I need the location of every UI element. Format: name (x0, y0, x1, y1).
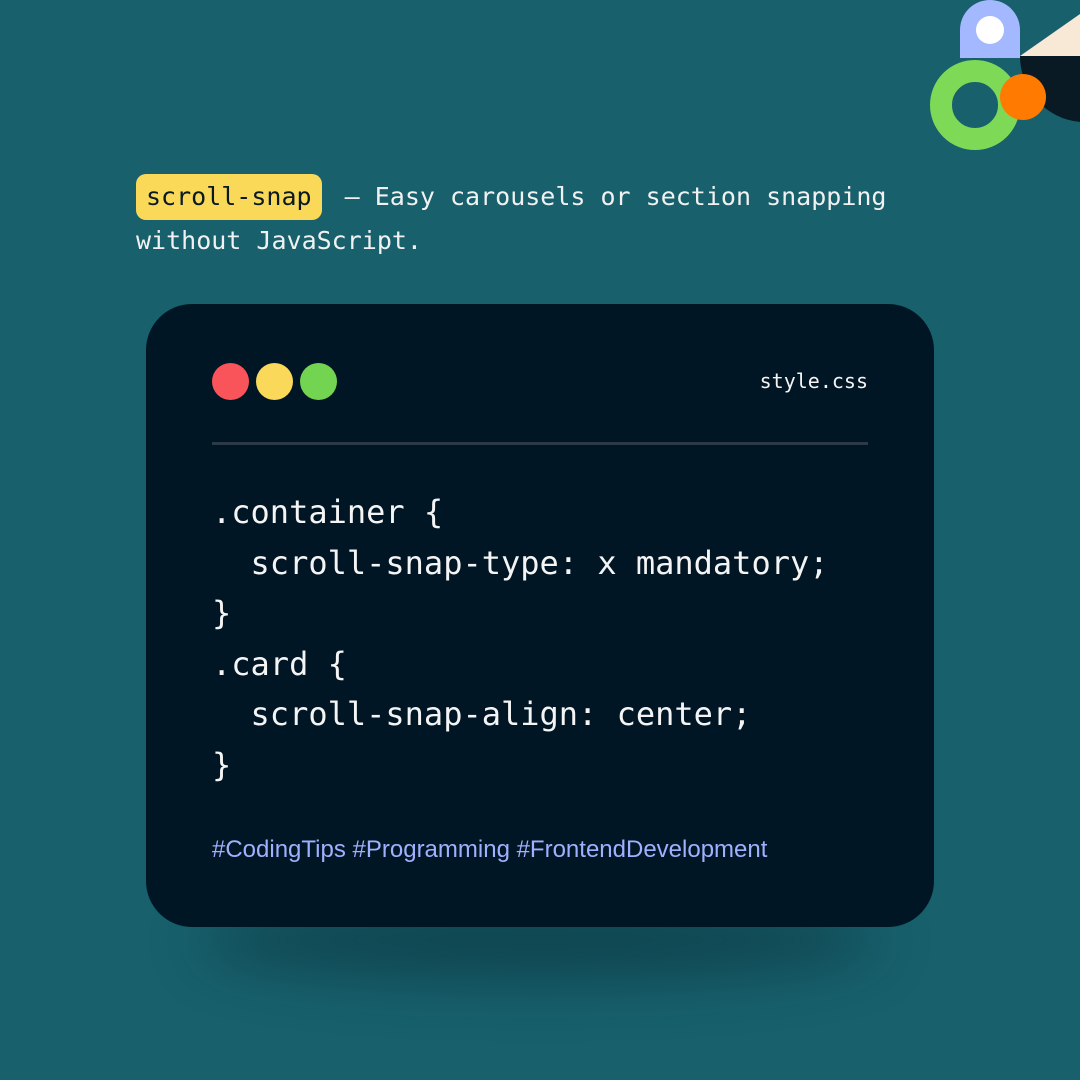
headline: scroll-snap – Easy carousels or section … (136, 174, 956, 262)
keyword-highlight: scroll-snap (136, 174, 322, 220)
window-controls (212, 363, 337, 400)
file-name: style.css (759, 369, 868, 393)
code-line: .card { (212, 644, 347, 683)
code-line: .container { (212, 493, 444, 531)
brand-logo-icon (930, 0, 1080, 150)
close-dot-icon (212, 363, 249, 400)
maximize-dot-icon (300, 363, 337, 400)
code-line: scroll-snap-type: x mandatory; (212, 543, 829, 582)
code-line: scroll-snap-align: center; (212, 695, 752, 733)
code-line: } (212, 745, 232, 784)
hashtags: #CodingTips #Programming #FrontendDevelo… (212, 836, 768, 863)
code-editor-card: style.css .container { scroll-snap-type:… (146, 304, 934, 927)
code-line: } (212, 594, 232, 632)
divider (212, 442, 868, 445)
code-block: .container { scroll-snap-type: x mandato… (212, 487, 829, 790)
minimize-dot-icon (256, 363, 293, 400)
